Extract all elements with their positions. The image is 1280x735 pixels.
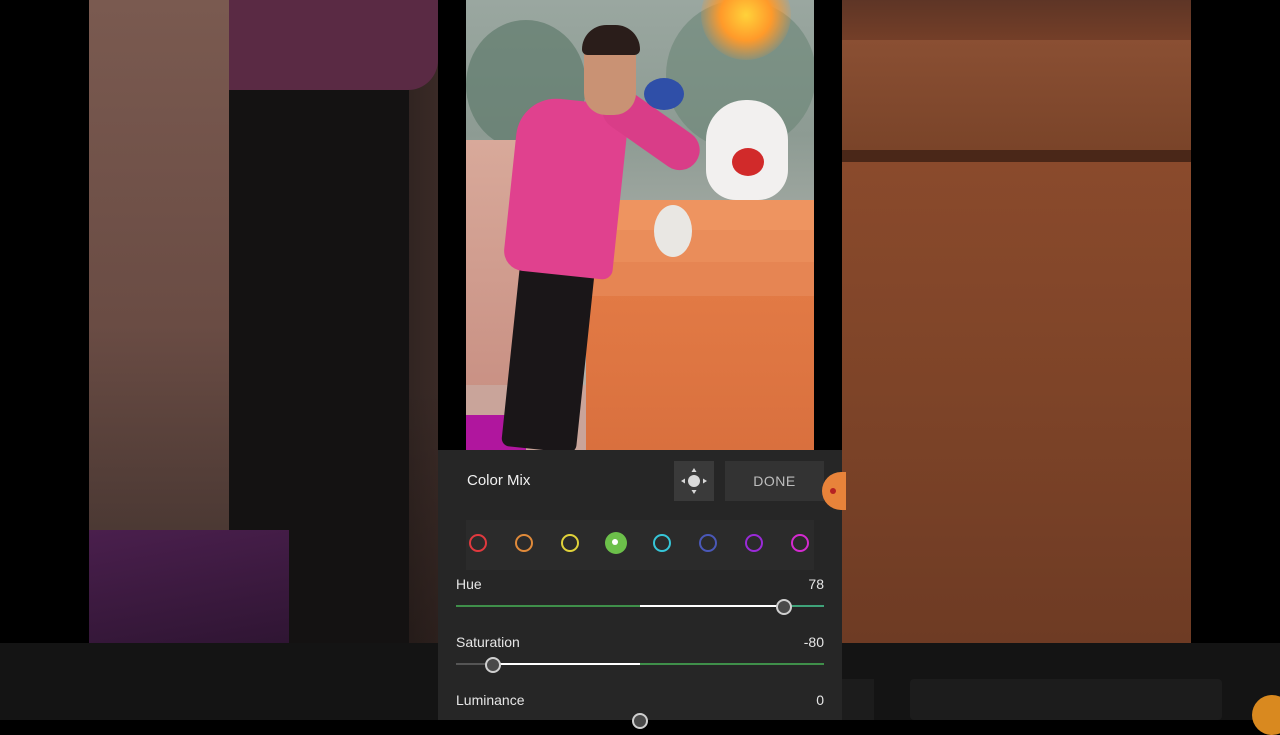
toolbar-block (910, 679, 1222, 720)
photo-pillar-step (610, 200, 814, 230)
photo-person-hair (582, 25, 640, 55)
color-swatch-yellow[interactable] (561, 534, 579, 552)
targeted-adjustment-button[interactable] (674, 461, 714, 501)
color-swatch-purple[interactable] (745, 534, 763, 552)
background-pillar-ledge (842, 40, 1191, 150)
saturation-value: -80 (803, 634, 824, 650)
color-swatch-orange[interactable] (515, 534, 533, 552)
color-swatch-magenta[interactable] (791, 534, 809, 552)
photo-white-bird (654, 205, 692, 257)
luminance-label: Luminance (456, 692, 525, 708)
target-adjust-icon (681, 468, 707, 494)
color-mix-panel: Color Mix DONE Hue 78 Saturation -80 Lum… (438, 450, 846, 729)
photo-pillar (586, 290, 814, 450)
orange-orb (1252, 695, 1280, 735)
background-person-shirt (229, 0, 438, 90)
hue-slider-knob[interactable] (775, 599, 792, 615)
panel-title: Color Mix (467, 472, 531, 489)
done-button[interactable]: DONE (725, 461, 824, 501)
color-swatch-red[interactable] (469, 534, 487, 552)
photo-preview[interactable] (466, 0, 814, 450)
luminance-value: 0 (816, 692, 824, 708)
toolbar-block (842, 679, 874, 720)
saturation-slider-knob[interactable] (484, 657, 501, 673)
saturation-label: Saturation (456, 634, 520, 650)
color-swatch-green[interactable] (605, 532, 627, 554)
hue-value: 78 (808, 576, 824, 592)
color-swatch-aqua[interactable] (653, 534, 671, 552)
background-right-blur (842, 0, 1191, 643)
floating-orb-button[interactable] (822, 472, 846, 510)
photo-teddy-heart (732, 148, 764, 176)
photo-pillar-step (592, 228, 814, 262)
background-left-blur (89, 0, 438, 643)
background-magenta-floor (89, 530, 289, 643)
orb-dot (830, 488, 836, 494)
hue-slider-track[interactable] (456, 605, 824, 607)
background-wall (89, 0, 229, 540)
photo-blue-cap (644, 78, 684, 110)
background-pillar-shadow (842, 150, 1191, 162)
saturation-slider-track[interactable] (456, 663, 824, 665)
color-channel-row (466, 520, 814, 570)
color-swatch-blue[interactable] (699, 534, 717, 552)
luminance-slider-knob[interactable] (632, 713, 648, 729)
hue-label: Hue (456, 576, 482, 592)
